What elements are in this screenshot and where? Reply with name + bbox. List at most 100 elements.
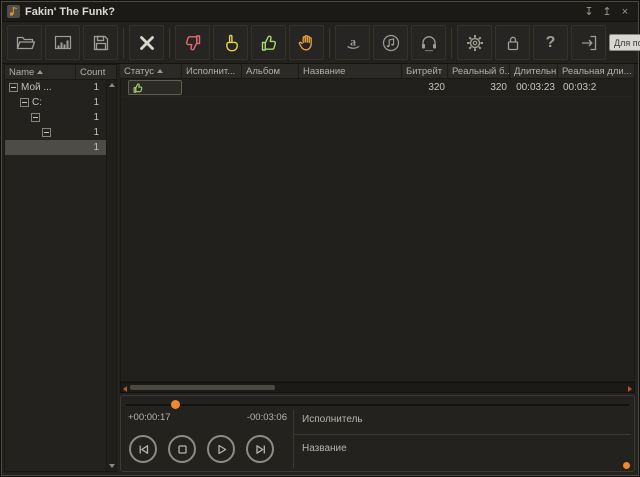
stop-button[interactable] (168, 435, 196, 463)
column-header-duration[interactable]: Длительн... (510, 64, 558, 78)
lock-icon (503, 33, 523, 53)
tree-row-count: 1 (93, 82, 106, 93)
maximize-button[interactable]: ↥ (599, 4, 615, 20)
player-divider (293, 434, 631, 435)
skip-back-icon (137, 443, 150, 456)
search-input[interactable] (609, 34, 640, 51)
folder-tree-panel: Name Count Мой ... 1 C: 1 1 (4, 64, 117, 472)
lock-button[interactable] (495, 25, 530, 60)
mark-doubtful-button[interactable] (213, 25, 248, 60)
toolbar-separator (123, 28, 124, 58)
tree-row-computer[interactable]: Мой ... 1 (5, 80, 106, 95)
scroll-left-icon[interactable] (123, 386, 127, 392)
clear-list-button[interactable] (129, 25, 164, 60)
table-row[interactable]: 320 320 00:03:23 00:03:2 (121, 79, 634, 97)
table-body: 320 320 00:03:23 00:03:2 (120, 79, 635, 382)
app-window: Fakin' The Funk? ↧ ↥ × (1, 1, 639, 476)
toolbar-separator (169, 28, 170, 58)
folder-icon (15, 33, 35, 53)
tree-row-folder-selected[interactable]: 1 (5, 140, 106, 155)
status-thumbs-up-button[interactable] (128, 80, 182, 95)
question-mark-icon: ? (546, 34, 556, 52)
column-label: Реальный б... (452, 66, 510, 77)
duration-cell: 00:03:23 (511, 82, 559, 93)
thumbs-up-icon (259, 33, 279, 53)
next-track-button[interactable] (246, 435, 274, 463)
music-service-button[interactable] (373, 25, 408, 60)
column-header-title[interactable]: Название (299, 64, 402, 78)
tree-vertical-scrollbar[interactable] (106, 80, 116, 471)
tree-row-drive-c[interactable]: C: 1 (5, 95, 106, 110)
exit-icon (579, 33, 599, 53)
mark-good-button[interactable] (251, 25, 286, 60)
tree-name-header-label: Name (9, 67, 34, 78)
tree-row-count: 1 (93, 97, 106, 108)
artist-field: Исполнитель (302, 414, 628, 425)
settings-button[interactable] (457, 25, 492, 60)
tree-row-folder[interactable]: 1 (5, 125, 106, 140)
horizontal-scrollbar-thumb[interactable] (130, 385, 275, 390)
minimize-button[interactable]: ↧ (581, 4, 597, 20)
column-header-real-bitrate[interactable]: Реальный б... (448, 64, 510, 78)
real-bitrate-cell: 320 (449, 82, 511, 93)
music-note-icon (381, 33, 401, 53)
close-button[interactable]: × (617, 4, 633, 20)
tree-header: Name Count (5, 65, 116, 80)
music-note-logo-icon (8, 6, 19, 17)
skip-forward-icon (254, 443, 267, 456)
status-cell (121, 80, 183, 95)
chart-icon (53, 33, 73, 53)
tree-row-count: 1 (93, 142, 106, 153)
save-button[interactable] (83, 25, 118, 60)
column-header-bitrate[interactable]: Битрейт (402, 64, 448, 78)
toolbar-separator (451, 28, 452, 58)
previous-track-button[interactable] (129, 435, 157, 463)
analyze-button[interactable] (45, 25, 80, 60)
resize-grip[interactable] (623, 462, 630, 469)
column-label: Реальная дли... (562, 66, 632, 77)
mark-fake-button[interactable] (175, 25, 210, 60)
headphones-service-button[interactable] (411, 25, 446, 60)
column-header-real-duration[interactable]: Реальная дли... (558, 64, 635, 78)
tree-row-label: Мой ... (21, 82, 52, 93)
seek-slider[interactable] (126, 404, 629, 406)
collapse-expander-icon[interactable] (31, 113, 40, 122)
open-folder-button[interactable] (7, 25, 42, 60)
amazon-icon: a (343, 33, 363, 53)
scroll-down-icon[interactable] (109, 464, 115, 468)
column-label: Исполнит... (186, 66, 235, 77)
column-label: Длительн... (514, 66, 558, 77)
tree-row-folder[interactable]: 1 (5, 110, 106, 125)
titlebar[interactable]: Fakin' The Funk? ↧ ↥ × (2, 2, 638, 22)
gear-icon (465, 33, 485, 53)
help-button[interactable]: ? (533, 25, 568, 60)
exit-button[interactable] (571, 25, 606, 60)
collapse-expander-icon[interactable] (42, 128, 51, 137)
collapse-expander-icon[interactable] (9, 83, 18, 92)
amazon-button[interactable]: a (335, 25, 370, 60)
stop-square-icon (176, 443, 189, 456)
column-label: Название (303, 66, 345, 77)
tree-column-count[interactable]: Count (76, 65, 116, 79)
pointing-hand-icon (221, 33, 241, 53)
seek-slider-handle[interactable] (171, 400, 180, 409)
scroll-right-icon[interactable] (628, 386, 632, 392)
stop-hand-icon (297, 33, 317, 53)
mark-stop-button[interactable] (289, 25, 324, 60)
play-button[interactable] (207, 435, 235, 463)
table-header: Статус Исполнит... Альбом Название Битре… (120, 64, 635, 79)
column-label: Статус (124, 66, 154, 77)
horizontal-scrollbar[interactable] (120, 382, 635, 393)
column-header-status[interactable]: Статус (120, 64, 182, 78)
collapse-expander-icon[interactable] (20, 98, 29, 107)
bitrate-cell: 320 (403, 82, 449, 93)
play-icon (215, 443, 228, 456)
column-header-artist[interactable]: Исполнит... (182, 64, 242, 78)
save-icon (91, 33, 111, 53)
scroll-up-icon[interactable] (109, 83, 115, 87)
real-duration-cell: 00:03:2 (559, 82, 600, 93)
tree-column-name[interactable]: Name (5, 65, 76, 79)
headphones-icon (419, 33, 439, 53)
column-header-album[interactable]: Альбом (242, 64, 299, 78)
toolbar-separator (329, 28, 330, 58)
